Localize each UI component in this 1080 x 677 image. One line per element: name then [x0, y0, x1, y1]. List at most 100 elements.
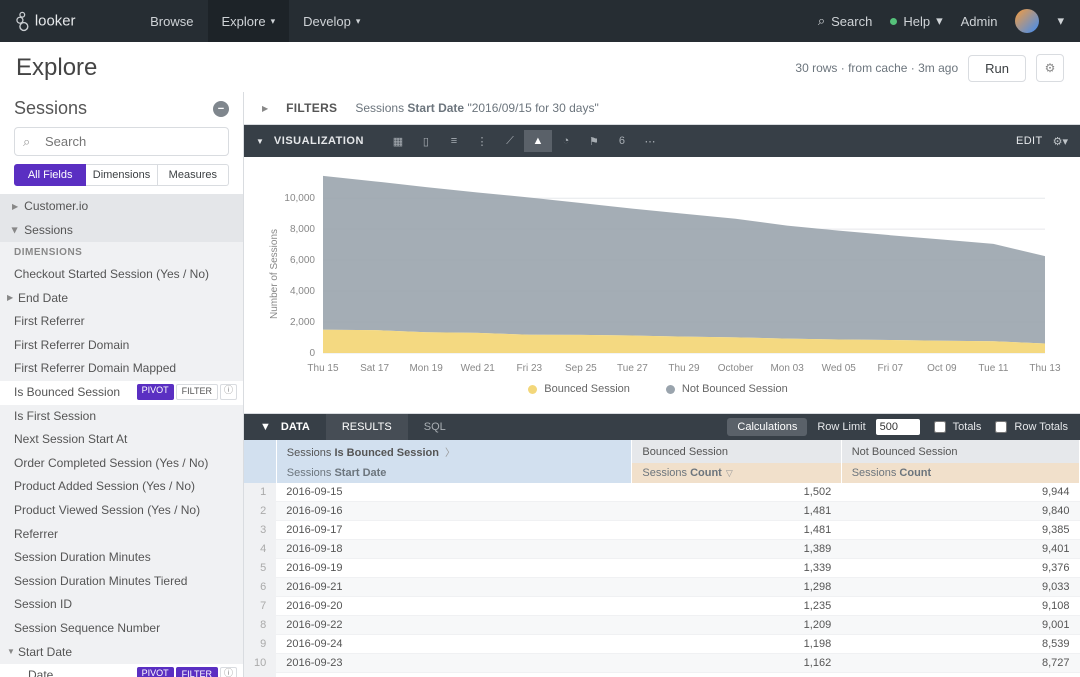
dimensions-header: DIMENSIONS — [0, 242, 243, 263]
viz-area-icon[interactable]: ▲ — [524, 130, 552, 152]
table-row[interactable]: 32016-09-171,4819,385 — [244, 521, 1080, 540]
tab-dimensions[interactable]: Dimensions — [86, 164, 157, 186]
svg-text:8,000: 8,000 — [290, 224, 315, 235]
visualization-label: VISUALIZATION — [274, 135, 364, 147]
table-row[interactable]: 72016-09-201,2359,108 — [244, 597, 1080, 616]
sidebar-group[interactable]: ▶Sessions — [0, 218, 243, 242]
dimension-item[interactable]: Referrer — [0, 523, 243, 547]
dimension-item[interactable]: Session ID — [0, 593, 243, 617]
table-row[interactable]: 12016-09-151,5029,944 — [244, 483, 1080, 502]
viz-line-icon[interactable]: ⟋ — [496, 130, 524, 152]
row-limit-input[interactable] — [876, 419, 920, 435]
svg-text:Sep 25: Sep 25 — [565, 363, 597, 374]
dimension-item[interactable]: Is Bounced SessionPIVOTFILTERⓘ — [0, 381, 243, 405]
dimension-item[interactable]: First Referrer — [0, 310, 243, 334]
table-row[interactable]: 102016-09-231,1628,727 — [244, 654, 1080, 673]
nav-browse[interactable]: Browse — [136, 0, 207, 42]
explore-settings-button[interactable]: ⚙ — [1036, 54, 1064, 82]
sidebar-title: Sessions — [14, 98, 87, 119]
sidebar-collapse-button[interactable]: − — [213, 101, 229, 117]
svg-text:4,000: 4,000 — [290, 286, 315, 297]
table-row[interactable]: 92016-09-241,1988,539 — [244, 635, 1080, 654]
dim-header[interactable]: Sessions Start Date — [276, 463, 632, 483]
viz-table-icon[interactable]: ▦ — [384, 130, 412, 152]
nav-admin[interactable]: Admin — [961, 14, 998, 29]
dimension-item[interactable]: DatePIVOTFILTERⓘ — [0, 664, 243, 677]
col-not-bounced[interactable]: Not Bounced Session — [841, 440, 1079, 463]
viz-settings-button[interactable]: ⚙▾ — [1053, 135, 1068, 148]
tab-sql[interactable]: SQL — [408, 414, 462, 440]
tab-all-fields[interactable]: All Fields — [14, 164, 86, 186]
main-panel: ▶ FILTERS Sessions Start Date "2016/09/1… — [244, 92, 1080, 677]
viz-pie-icon[interactable]: ◔ — [552, 130, 580, 152]
measure-header-a[interactable]: Sessions Count▽ — [632, 463, 841, 483]
dimension-item[interactable]: Product Added Session (Yes / No) — [0, 475, 243, 499]
info-pill[interactable]: ⓘ — [220, 384, 237, 400]
totals-checkbox[interactable]: Totals — [930, 418, 982, 436]
info-pill[interactable]: ⓘ — [220, 667, 237, 677]
dimension-item[interactable]: ▼Start Date — [0, 641, 243, 665]
viz-more-icon[interactable]: ⋯ — [636, 130, 664, 152]
dimension-item[interactable]: Product Viewed Session (Yes / No) — [0, 499, 243, 523]
svg-text:Oct 09: Oct 09 — [927, 363, 957, 374]
viz-scatter-icon[interactable]: ⋮ — [468, 130, 496, 152]
visualization-bar: ▼ VISUALIZATION ▦ ▯ ≡ ⋮ ⟋ ▲ ◔ ⚑ 6 ⋯ EDIT… — [244, 125, 1080, 157]
field-search-input[interactable] — [14, 127, 229, 156]
viz-bar-icon[interactable]: ≡ — [440, 130, 468, 152]
dimension-item[interactable]: Next Session Start At — [0, 428, 243, 452]
dimension-item[interactable]: Is First Session — [0, 405, 243, 429]
run-button[interactable]: Run — [968, 55, 1026, 82]
legend-item-bounced[interactable]: Bounced Session — [528, 383, 630, 395]
dimension-item[interactable]: Checkout Started Session (Yes / No) — [0, 263, 243, 287]
data-section-toggle[interactable]: ▼DATA — [244, 414, 326, 440]
viz-column-icon[interactable]: ▯ — [412, 130, 440, 152]
measure-header-b[interactable]: Sessions Count — [841, 463, 1079, 483]
gear-icon: ⚙ — [1045, 61, 1056, 75]
viz-map-icon[interactable]: ⚑ — [580, 130, 608, 152]
viz-singlevalue-icon[interactable]: 6 — [608, 130, 636, 152]
svg-text:Fri 07: Fri 07 — [878, 363, 904, 374]
dimension-item[interactable]: First Referrer Domain — [0, 334, 243, 358]
chevron-down-icon: ▼ — [256, 137, 264, 146]
data-bar: ▼DATA RESULTS SQL Calculations Row Limit… — [244, 414, 1080, 440]
table-row[interactable]: 22016-09-161,4819,840 — [244, 502, 1080, 521]
svg-text:Number of Sessions: Number of Sessions — [269, 229, 280, 319]
status-dot-icon — [890, 18, 897, 25]
filters-bar[interactable]: ▶ FILTERS Sessions Start Date "2016/09/1… — [244, 92, 1080, 124]
pivot-pill[interactable]: PIVOT — [137, 384, 174, 400]
col-bounced[interactable]: Bounced Session — [632, 440, 841, 463]
nav-help[interactable]: Help▾ — [890, 13, 942, 29]
filter-pill[interactable]: FILTER — [176, 667, 218, 677]
dimension-item[interactable]: Session Duration Minutes Tiered — [0, 570, 243, 594]
svg-text:Wed 21: Wed 21 — [461, 363, 496, 374]
filter-pill[interactable]: FILTER — [176, 384, 218, 400]
viz-edit-link[interactable]: EDIT — [1016, 135, 1043, 147]
legend-item-not-bounced[interactable]: Not Bounced Session — [666, 383, 788, 395]
tab-results[interactable]: RESULTS — [326, 414, 408, 440]
dimension-item[interactable]: First Referrer Domain Mapped — [0, 357, 243, 381]
sidebar-group[interactable]: ▶Customer.io — [0, 194, 243, 218]
dimension-item[interactable]: Order Completed Session (Yes / No) — [0, 452, 243, 476]
tab-measures[interactable]: Measures — [158, 164, 229, 186]
nav-search[interactable]: ⌕Search — [818, 13, 872, 29]
table-row[interactable]: 82016-09-221,2099,001 — [244, 616, 1080, 635]
pivot-pill[interactable]: PIVOT — [137, 667, 174, 677]
svg-text:Mon 19: Mon 19 — [409, 363, 443, 374]
chart-legend: Bounced Session Not Bounced Session — [254, 379, 1062, 405]
calculations-button[interactable]: Calculations — [727, 418, 807, 436]
area-chart: 02,0004,0006,0008,00010,000Thu 15Sat 17M… — [254, 169, 1062, 379]
row-totals-checkbox[interactable]: Row Totals — [991, 418, 1068, 436]
dimension-item[interactable]: Session Duration Minutes — [0, 546, 243, 570]
table-row[interactable]: 52016-09-191,3399,376 — [244, 559, 1080, 578]
nav-develop[interactable]: Develop▾ — [289, 0, 374, 42]
sort-desc-icon: ▽ — [726, 468, 733, 478]
avatar-menu-icon[interactable]: ▾ — [1057, 13, 1064, 29]
nav-explore[interactable]: Explore▾ — [208, 0, 290, 42]
table-row[interactable]: 42016-09-181,3899,401 — [244, 540, 1080, 559]
svg-text:0: 0 — [309, 348, 315, 359]
pivot-header[interactable]: Sessions Is Bounced Session〉 — [276, 440, 632, 463]
table-row[interactable]: 62016-09-211,2989,033 — [244, 578, 1080, 597]
avatar[interactable] — [1015, 9, 1039, 33]
dimension-item[interactable]: ▶End Date — [0, 287, 243, 311]
dimension-item[interactable]: Session Sequence Number — [0, 617, 243, 641]
